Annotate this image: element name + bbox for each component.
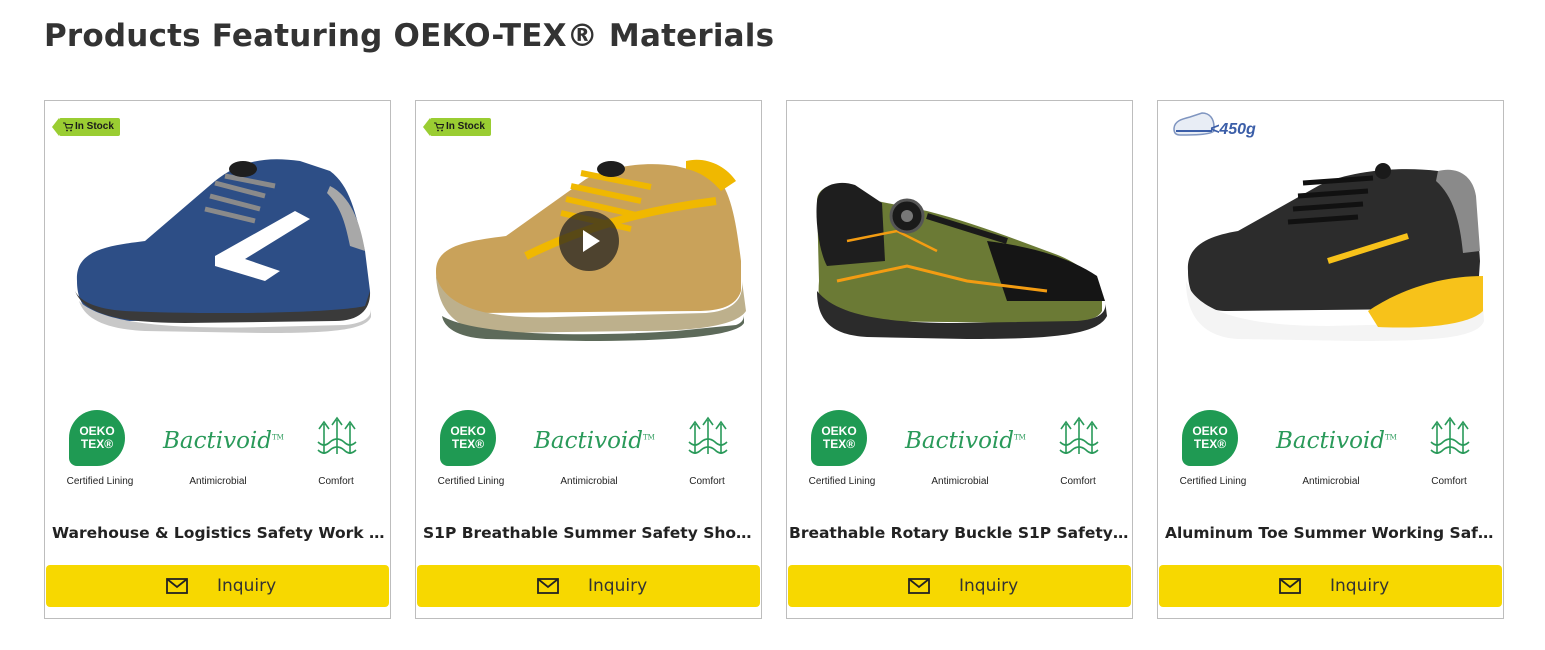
airflow-icon bbox=[1430, 416, 1470, 454]
airflow-icon bbox=[317, 416, 357, 454]
product-title[interactable]: S1P Breathable Summer Safety Shoes for M… bbox=[423, 524, 759, 542]
bactivoid-feature: BactivoidTM Antimicrobial bbox=[905, 428, 1026, 487]
play-video-button[interactable] bbox=[559, 211, 619, 271]
inquiry-button[interactable]: Inquiry bbox=[1159, 565, 1502, 607]
bactivoid-logo: BactivoidTM bbox=[163, 428, 284, 454]
oeko-tex-feature: OEKO TEX® Certified Lining bbox=[416, 406, 526, 496]
mail-icon bbox=[1279, 578, 1301, 594]
product-card[interactable]: <450g OEKO TEX® Certified Lining Bactivoi… bbox=[1157, 100, 1504, 619]
oeko-tex-logo: OEKO TEX® bbox=[1182, 410, 1238, 466]
product-grid: In Stock OEKO TEX® Certified Lining Bacti… bbox=[44, 100, 1506, 620]
in-stock-badge: In Stock bbox=[52, 118, 120, 136]
product-title[interactable]: Warehouse & Logistics Safety Work Shoes … bbox=[52, 524, 388, 542]
feature-icons: OEKO TEX® Certified Lining BactivoidTM An… bbox=[416, 406, 761, 496]
black-knit-shoe-image bbox=[1186, 163, 1484, 341]
cart-icon bbox=[434, 122, 444, 132]
product-title[interactable]: Aluminum Toe Summer Working Safety Shoes bbox=[1165, 524, 1501, 542]
navy-suede-shoe-image bbox=[75, 159, 371, 333]
in-stock-badge: In Stock bbox=[423, 118, 491, 136]
product-card[interactable]: In Stock OEKO TEX® Certified Lining Bacti… bbox=[415, 100, 762, 619]
bactivoid-feature: BactivoidTM Antimicrobial bbox=[163, 428, 284, 487]
airflow-icon bbox=[688, 416, 728, 454]
product-card[interactable]: OEKO TEX® Certified Lining BactivoidTM An… bbox=[786, 100, 1133, 619]
product-card[interactable]: In Stock OEKO TEX® Certified Lining Bacti… bbox=[44, 100, 391, 619]
cart-icon bbox=[63, 122, 73, 132]
section-title: Products Featuring OEKO-TEX® Materials bbox=[44, 18, 775, 54]
olive-boa-shoe-image bbox=[816, 182, 1107, 339]
bactivoid-feature: BactivoidTM Antimicrobial bbox=[1276, 428, 1397, 487]
bactivoid-logo: BactivoidTM bbox=[534, 428, 655, 454]
oeko-tex-feature: OEKO TEX® Certified Lining bbox=[1158, 406, 1268, 496]
product-title[interactable]: Breathable Rotary Buckle S1P Safety Shoe… bbox=[789, 524, 1130, 542]
bactivoid-logo: BactivoidTM bbox=[905, 428, 1026, 454]
inquiry-button[interactable]: Inquiry bbox=[46, 565, 389, 607]
inquiry-button[interactable]: Inquiry bbox=[788, 565, 1131, 607]
feature-icons: OEKO TEX® Certified Lining BactivoidTM An… bbox=[1158, 406, 1503, 496]
comfort-feature: Comfort bbox=[281, 406, 390, 496]
airflow-icon bbox=[1059, 416, 1099, 454]
oeko-tex-logo: OEKO TEX® bbox=[440, 410, 496, 466]
comfort-feature: Comfort bbox=[1394, 406, 1503, 496]
mail-icon bbox=[908, 578, 930, 594]
oeko-tex-feature: OEKO TEX® Certified Lining bbox=[45, 406, 155, 496]
bactivoid-feature: BactivoidTM Antimicrobial bbox=[534, 428, 655, 487]
oeko-tex-logo: OEKO TEX® bbox=[69, 410, 125, 466]
lightweight-badge: <450g bbox=[1172, 109, 1260, 143]
inquiry-button[interactable]: Inquiry bbox=[417, 565, 760, 607]
oeko-tex-logo: OEKO TEX® bbox=[811, 410, 867, 466]
comfort-feature: Comfort bbox=[1023, 406, 1132, 496]
comfort-feature: Comfort bbox=[652, 406, 761, 496]
oeko-tex-feature: OEKO TEX® Certified Lining bbox=[787, 406, 897, 496]
mail-icon bbox=[537, 578, 559, 594]
mail-icon bbox=[166, 578, 188, 594]
feature-icons: OEKO TEX® Certified Lining BactivoidTM An… bbox=[787, 406, 1132, 496]
feature-icons: OEKO TEX® Certified Lining BactivoidTM An… bbox=[45, 406, 390, 496]
bactivoid-logo: BactivoidTM bbox=[1276, 428, 1397, 454]
